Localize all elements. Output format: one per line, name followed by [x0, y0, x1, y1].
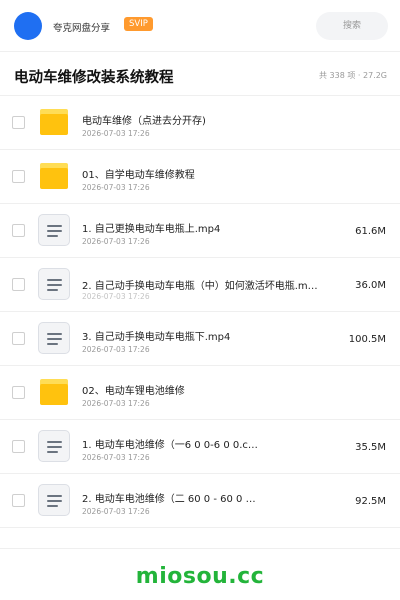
select-checkbox[interactable] — [12, 494, 25, 507]
file-size: 36.0M — [355, 280, 386, 291]
video-file-icon — [38, 484, 70, 516]
page-title: 电动车维修改装系统教程 — [14, 70, 174, 86]
folder-icon — [40, 109, 68, 135]
watermark: miosou.cc — [135, 564, 265, 589]
file-date: 2026-07-03 17:26 — [82, 183, 150, 192]
file-date: 2026-07-03 17:26 — [82, 237, 150, 246]
list-item[interactable]: 02、电动车锂电池维修 2026-07-03 17:26 — [0, 366, 400, 420]
file-name: 1. 电动车电池维修（一6 0 0-6 0 0.c… — [82, 440, 258, 451]
select-checkbox[interactable] — [12, 170, 25, 183]
file-date: 2026-07-03 17:26 — [82, 129, 150, 138]
video-file-icon — [38, 268, 70, 300]
select-checkbox[interactable] — [12, 224, 25, 237]
list-item[interactable]: 01、自学电动车维修教程 2026-07-03 17:26 — [0, 150, 400, 204]
select-checkbox[interactable] — [12, 116, 25, 129]
file-name: 1. 自己更换电动车电瓶上.mp4 — [82, 224, 221, 235]
select-checkbox[interactable] — [12, 386, 25, 399]
video-file-icon — [38, 214, 70, 246]
file-size: 61.6M — [355, 226, 386, 237]
file-date: 2026-07-03 17:26 — [82, 345, 150, 354]
svip-badge: SVIP — [124, 17, 153, 31]
file-date: 2026-07-03 17:26 — [82, 507, 150, 516]
list-item[interactable]: 2. 电动车电池维修（二 60 0 - 60 0 … 2026-07-03 17… — [0, 474, 400, 528]
select-checkbox[interactable] — [12, 278, 25, 291]
file-name: 电动车维修（点进去分开存) — [82, 116, 206, 127]
username: 夸克网盘分享 — [53, 23, 111, 34]
select-checkbox[interactable] — [12, 332, 25, 345]
list-item[interactable]: 1. 电动车电池维修（一6 0 0-6 0 0.c… 2026-07-03 17… — [0, 420, 400, 474]
file-name: 2. 电动车电池维修（二 60 0 - 60 0 … — [82, 494, 256, 505]
video-file-icon — [38, 430, 70, 462]
list-item[interactable]: 3. 自己动手换电动车电瓶下.mp4 2026-07-03 17:26 100.… — [0, 312, 400, 366]
file-list: 电动车维修（点进去分开存) 2026-07-03 17:26 01、自学电动车维… — [0, 96, 400, 528]
file-name: 3. 自己动手换电动车电瓶下.mp4 — [82, 332, 231, 343]
list-item[interactable]: 1. 自己更换电动车电瓶上.mp4 2026-07-03 17:26 61.6M — [0, 204, 400, 258]
file-size: 35.5M — [355, 442, 386, 453]
file-size: 92.5M — [355, 496, 386, 507]
folder-icon — [40, 379, 68, 405]
list-item[interactable]: 电动车维修（点进去分开存) 2026-07-03 17:26 — [0, 96, 400, 150]
select-checkbox[interactable] — [12, 440, 25, 453]
avatar[interactable] — [14, 12, 42, 40]
file-name: 02、电动车锂电池维修 — [82, 386, 185, 397]
share-summary: 共 338 项 · 27.2G — [319, 71, 387, 80]
share-title-row: 电动车维修改装系统教程 共 338 项 · 27.2G — [0, 52, 400, 96]
top-bar: 夸克网盘分享 SVIP 搜索 — [0, 0, 400, 52]
list-item[interactable]: 2026-07-03 17:26 2. 自己动手换电动车电瓶（中）如何激活坏电瓶… — [0, 258, 400, 312]
file-date: 2026-07-03 17:26 — [82, 399, 150, 408]
file-name: 2. 自己动手换电动车电瓶（中）如何激活坏电瓶.m… — [82, 281, 318, 292]
video-file-icon — [38, 322, 70, 354]
file-date: 2026-07-03 17:26 — [82, 453, 150, 462]
search-input[interactable]: 搜索 — [316, 12, 388, 40]
file-size: 100.5M — [348, 334, 386, 345]
file-name: 01、自学电动车维修教程 — [82, 170, 195, 181]
folder-icon — [40, 163, 68, 189]
